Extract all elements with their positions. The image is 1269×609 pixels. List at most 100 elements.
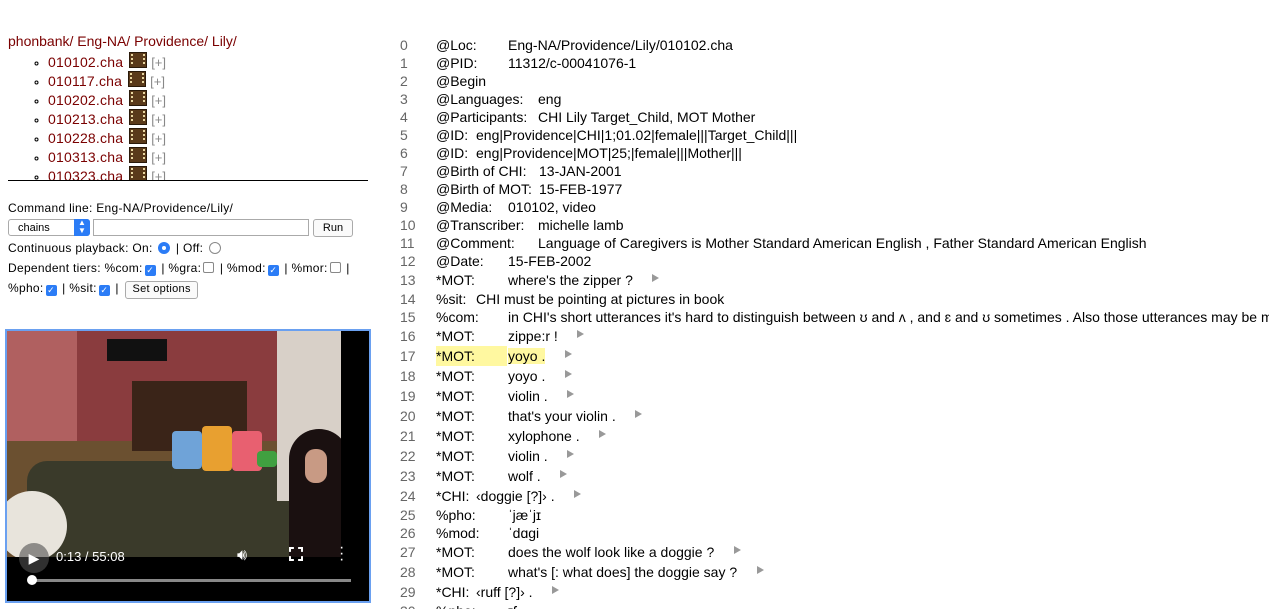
tier-mod-checkbox[interactable]: ✓ bbox=[267, 265, 279, 276]
play-segment-icon[interactable] bbox=[564, 350, 572, 358]
tier-mor-checkbox[interactable] bbox=[329, 262, 341, 273]
speaker-code: *MOT: bbox=[436, 408, 475, 424]
line-number: 28 bbox=[400, 564, 416, 580]
play-segment-icon[interactable] bbox=[567, 390, 575, 398]
run-button[interactable]: Run bbox=[313, 219, 353, 237]
film-icon[interactable] bbox=[129, 90, 148, 106]
transcript-line: 2 @Begin bbox=[400, 72, 1269, 90]
tier-sit-checkbox[interactable]: ✓ bbox=[98, 285, 110, 296]
utterance-text: zippe:r ! bbox=[508, 328, 558, 344]
tier-com-checkbox[interactable]: ✓ bbox=[144, 265, 156, 276]
line-number: 4 bbox=[400, 109, 408, 125]
line-text: violin . bbox=[508, 386, 575, 406]
play-segment-icon[interactable] bbox=[574, 490, 582, 498]
film-icon[interactable] bbox=[128, 71, 147, 87]
tier-separator-2: | bbox=[115, 281, 119, 295]
dependent-tiers-row-2: %pho: ✓ | %sit: ✓ | Set options bbox=[8, 281, 198, 299]
file-link[interactable]: 010117.cha bbox=[48, 73, 122, 89]
expand-link[interactable]: [+] bbox=[150, 74, 165, 89]
file-link[interactable]: 010323.cha bbox=[48, 168, 123, 180]
line-text: does the wolf look like a doggie ? bbox=[508, 542, 741, 562]
play-segment-icon[interactable] bbox=[756, 566, 764, 574]
file-list-item: 010117.cha [+] bbox=[48, 71, 368, 90]
speaker-code: @Birth of MOT: bbox=[436, 181, 532, 197]
command-input[interactable] bbox=[93, 219, 309, 236]
play-segment-icon[interactable] bbox=[564, 370, 572, 378]
continuous-playback-row: Continuous playback: On: | Off: bbox=[8, 241, 223, 255]
transcript-line: 14 %sit: CHI must be pointing at pictures … bbox=[400, 290, 1269, 308]
film-icon[interactable] bbox=[129, 52, 148, 68]
file-link[interactable]: 010228.cha bbox=[48, 130, 123, 146]
line-number: 8 bbox=[400, 181, 408, 197]
expand-link[interactable]: [+] bbox=[151, 169, 166, 180]
line-text: 13-JAN-2001 bbox=[539, 162, 622, 180]
tier-pho-checkbox[interactable]: ✓ bbox=[45, 285, 57, 296]
line-text: eng|Providence|MOT|25;|female|||Mother||… bbox=[476, 144, 742, 162]
play-segment-icon[interactable] bbox=[560, 470, 568, 478]
speaker-code: @Birth of CHI: bbox=[436, 163, 527, 179]
file-link[interactable]: 010313.cha bbox=[48, 149, 123, 165]
video-controls: ▶ 0:13 / 55:08 🔊︎ · · · bbox=[7, 531, 369, 601]
playback-on-radio[interactable] bbox=[158, 242, 171, 254]
play-segment-icon[interactable] bbox=[635, 410, 643, 418]
file-link[interactable]: 010102.cha bbox=[48, 54, 123, 70]
speaker-code: @Media: bbox=[436, 199, 493, 215]
more-vert-icon[interactable]: · · · bbox=[339, 540, 344, 568]
speaker-code: *MOT: bbox=[436, 328, 475, 344]
line-text: ˈjæˈjɪ bbox=[508, 506, 541, 524]
seek-knob[interactable] bbox=[27, 575, 37, 585]
command-select[interactable]: chains ▲ ▼ bbox=[8, 219, 90, 236]
speaker-code: *MOT: bbox=[436, 388, 475, 404]
playback-off-radio[interactable] bbox=[208, 242, 221, 254]
play-segment-icon[interactable] bbox=[577, 330, 585, 338]
file-list-item: 010202.cha [+] bbox=[48, 90, 368, 109]
play-segment-icon[interactable] bbox=[733, 546, 741, 554]
file-list[interactable]: 010102.cha[+]010117.cha[+]010202.cha[+]0… bbox=[8, 52, 368, 181]
line-text: 11312/c-00041076-1 bbox=[508, 54, 636, 72]
file-link[interactable]: 010213.cha bbox=[48, 111, 123, 127]
line-text: 15-FEB-2002 bbox=[508, 252, 591, 270]
line-text: 010102, video bbox=[508, 198, 596, 216]
play-segment-icon[interactable] bbox=[552, 586, 559, 594]
video-player[interactable]: ▶ 0:13 / 55:08 🔊︎ · · · bbox=[5, 329, 371, 603]
speaker-code: *CHI: bbox=[436, 584, 470, 600]
expand-link[interactable]: [+] bbox=[151, 112, 166, 127]
line-number: 16 bbox=[400, 328, 416, 344]
expand-link[interactable]: [+] bbox=[151, 131, 166, 146]
utterance-text: ˈdɑgi bbox=[508, 525, 540, 541]
breadcrumb[interactable]: phonbank/ Eng-NA/ Providence/ Lily/ bbox=[8, 33, 237, 49]
transcript-line: 7 @Birth of CHI: 13-JAN-2001 bbox=[400, 162, 1269, 180]
expand-link[interactable]: [+] bbox=[151, 150, 166, 165]
utterance-text: what's [: what does] the doggie say ? bbox=[508, 564, 738, 580]
utterance-text: Language of Caregivers is Mother Standar… bbox=[538, 235, 1147, 251]
film-icon[interactable] bbox=[129, 128, 148, 144]
film-icon[interactable] bbox=[129, 147, 148, 163]
utterance-text: 010102, video bbox=[508, 199, 596, 215]
transcript-line: 1 @PID: 11312/c-00041076-1 bbox=[400, 54, 1269, 72]
tier-pho-label: %pho: bbox=[8, 281, 44, 295]
film-icon[interactable] bbox=[129, 109, 148, 125]
file-link[interactable]: 010202.cha bbox=[48, 92, 123, 108]
expand-link[interactable]: [+] bbox=[151, 55, 166, 70]
file-list-item: 010323.cha [+] bbox=[48, 166, 368, 180]
film-icon[interactable] bbox=[129, 166, 148, 180]
utterance-text: violin . bbox=[508, 388, 548, 404]
line-number: 22 bbox=[400, 448, 416, 464]
utterance-text: where's the zipper ? bbox=[508, 272, 633, 288]
play-segment-icon[interactable] bbox=[599, 430, 607, 438]
line-number: 20 bbox=[400, 408, 416, 424]
volume-icon[interactable]: 🔊︎ bbox=[237, 547, 247, 565]
utterance-text: 15-FEB-2002 bbox=[508, 253, 592, 269]
transcript-line: 13 *MOT: where's the zipper ? bbox=[400, 270, 1269, 290]
play-segment-icon[interactable] bbox=[567, 450, 575, 458]
tier-gra-checkbox[interactable] bbox=[203, 262, 215, 273]
set-options-button[interactable]: Set options bbox=[125, 281, 198, 299]
seek-bar[interactable] bbox=[31, 579, 351, 582]
fullscreen-icon[interactable] bbox=[289, 547, 303, 561]
transcript-line: 18 *MOT: yoyo . bbox=[400, 366, 1269, 386]
play-icon[interactable]: ▶ bbox=[19, 543, 49, 573]
play-segment-icon[interactable] bbox=[652, 274, 660, 282]
utterance-text: violin . bbox=[508, 448, 548, 464]
speaker-code: @ID: bbox=[436, 127, 469, 143]
expand-link[interactable]: [+] bbox=[151, 93, 166, 108]
